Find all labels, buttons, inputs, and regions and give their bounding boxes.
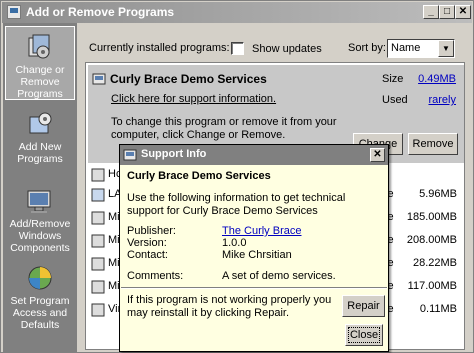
program-icon — [91, 257, 105, 271]
add-remove-programs-window: Add or Remove Programs _ □ ✕ Change or R… — [0, 0, 474, 353]
comments-value: A set of demo services. — [222, 270, 336, 282]
show-updates-checkbox[interactable] — [231, 42, 244, 55]
support-info-dialog: Support Info ✕ Curly Brace Demo Services… — [119, 144, 389, 352]
used-label: Used — [382, 94, 408, 106]
publisher-link[interactable]: The Curly Brace — [222, 225, 301, 237]
program-size: 185.00MB — [406, 211, 457, 223]
sidebar-item-label: Add/Remove Windows Components — [9, 218, 71, 254]
comments-label: Comments: — [127, 270, 184, 282]
program-icon — [91, 280, 105, 294]
publisher-label: Publisher: — [127, 225, 176, 237]
remove-button[interactable]: Remove — [408, 133, 458, 155]
add-new-programs-icon — [25, 109, 55, 139]
installed-programs-label: Currently installed programs: — [89, 42, 230, 54]
dialog-title: Support Info — [141, 148, 207, 160]
selected-program-name: Curly Brace Demo Services — [110, 72, 267, 86]
dialog-close-icon[interactable]: ✕ — [370, 148, 385, 162]
program-icon — [91, 211, 105, 225]
program-name: Mi — [108, 234, 120, 246]
dialog-intro: Use the following information to get tec… — [127, 192, 346, 217]
dialog-title-bar[interactable]: Support Info ✕ — [120, 145, 388, 165]
sidebar-item-windows-components[interactable]: Add/Remove Windows Components — [5, 181, 75, 255]
program-icon — [123, 148, 137, 162]
sort-by-label: Sort by: — [348, 42, 386, 54]
contact-value: Mike Chrsitian — [222, 249, 292, 261]
change-remove-programs-icon — [25, 32, 55, 62]
program-name: Mi — [108, 211, 120, 223]
sidebar-item-program-access[interactable]: Set Program Access and Defaults — [5, 258, 75, 332]
program-icon — [92, 72, 106, 86]
sort-by-value: Name — [391, 42, 421, 54]
program-name: Mi — [108, 257, 120, 269]
repair-instructions: If this program is not working properly … — [127, 294, 332, 319]
sidebar-item-change-remove[interactable]: Change or Remove Programs — [5, 26, 75, 100]
windows-components-icon — [25, 186, 55, 216]
size-value: 0.49MB — [418, 73, 456, 85]
control-panel-icon[interactable] — [7, 5, 21, 19]
minimize-button[interactable]: _ — [423, 5, 439, 19]
program-size: 208.00MB — [406, 234, 457, 246]
dialog-program-name: Curly Brace Demo Services — [127, 170, 271, 182]
contact-label: Contact: — [127, 249, 168, 261]
dialog-divider — [121, 287, 387, 289]
used-value[interactable]: rarely — [428, 94, 456, 106]
program-icon — [91, 303, 105, 317]
window-title: Add or Remove Programs — [26, 5, 175, 19]
sidebar-item-label: Change or Remove Programs — [15, 64, 65, 100]
title-bar[interactable]: Add or Remove Programs _ □ ✕ — [2, 2, 472, 23]
program-icon — [91, 168, 105, 182]
close-button[interactable]: ✕ — [455, 5, 471, 19]
sidebar-item-label: Set Program Access and Defaults — [10, 295, 70, 331]
program-access-icon — [25, 263, 55, 293]
size-label: Size — [382, 73, 404, 85]
show-updates-label[interactable]: Show updates — [252, 43, 322, 55]
program-size: 117.00MB — [407, 280, 457, 292]
sidebar: Change or Remove Programs Add New Progra… — [3, 23, 77, 352]
version-label: Version: — [127, 237, 167, 249]
change-instructions: To change this program or remove it from… — [111, 116, 337, 141]
version-value: 1.0.0 — [222, 237, 247, 249]
sidebar-item-add-new[interactable]: Add New Programs — [5, 104, 75, 178]
sidebar-item-label: Add New Programs — [17, 141, 63, 165]
chevron-down-icon[interactable]: ▼ — [438, 40, 454, 57]
program-icon — [91, 188, 105, 202]
maximize-button[interactable]: □ — [439, 5, 455, 19]
program-size: 0.11MB — [419, 303, 457, 315]
program-size: 28.22MB — [412, 257, 457, 269]
close-dialog-button[interactable]: Close — [345, 324, 383, 346]
program-name: Mi — [108, 280, 120, 292]
repair-button[interactable]: Repair — [342, 295, 385, 317]
sort-by-select[interactable]: Name ▼ — [387, 39, 455, 58]
program-icon — [91, 234, 105, 248]
program-size: 5.96MB — [419, 188, 457, 200]
support-info-link[interactable]: Click here for support information. — [111, 93, 276, 105]
